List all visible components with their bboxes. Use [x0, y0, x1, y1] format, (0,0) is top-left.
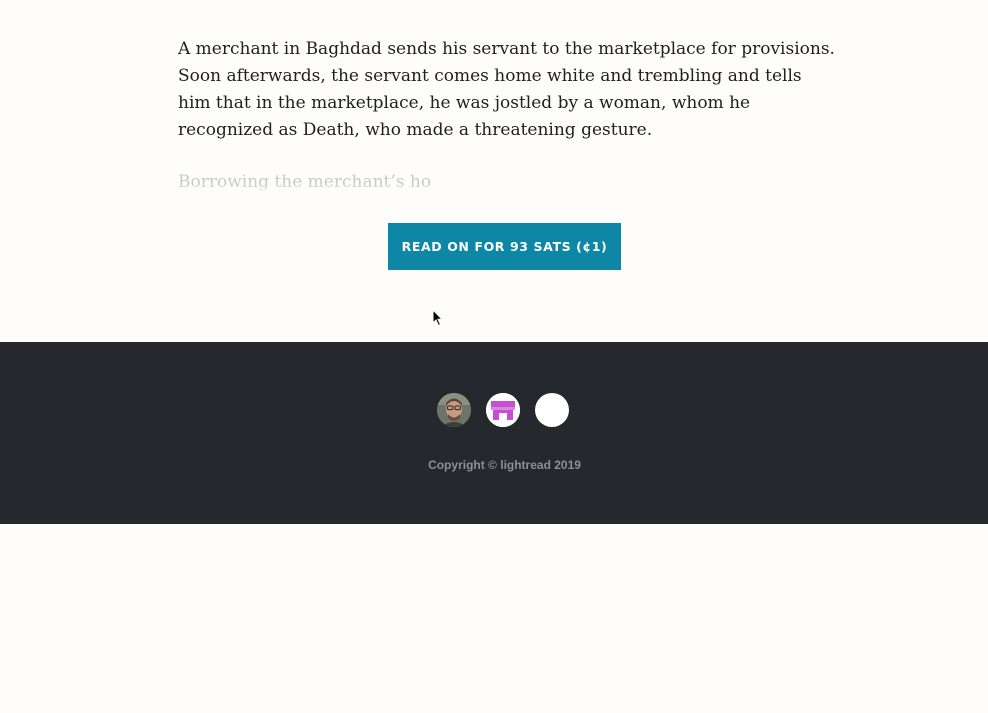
copyright-text: Copyright © lightread 2019 [428, 458, 581, 472]
article-fade-preview: Borrowing the merchant’s ho [178, 169, 838, 199]
mouse-cursor-icon [432, 309, 444, 327]
shop-icon [486, 393, 520, 427]
person-avatar[interactable] [437, 393, 471, 427]
article-paragraph-preview: Borrowing the merchant’s ho [178, 172, 432, 192]
shop-avatar[interactable] [486, 393, 520, 427]
page: A merchant in Baghdad sends his servant … [0, 0, 988, 713]
person-avatar-icon [437, 393, 471, 427]
site-footer: Copyright © lightread 2019 [0, 342, 988, 524]
article-paragraph: A merchant in Baghdad sends his servant … [178, 39, 835, 140]
blank-avatar[interactable] [535, 393, 569, 427]
read-on-button[interactable]: READ ON FOR 93 SATS (¢1) [388, 223, 621, 270]
article-body: A merchant in Baghdad sends his servant … [178, 36, 838, 144]
footer-avatars [437, 393, 569, 427]
